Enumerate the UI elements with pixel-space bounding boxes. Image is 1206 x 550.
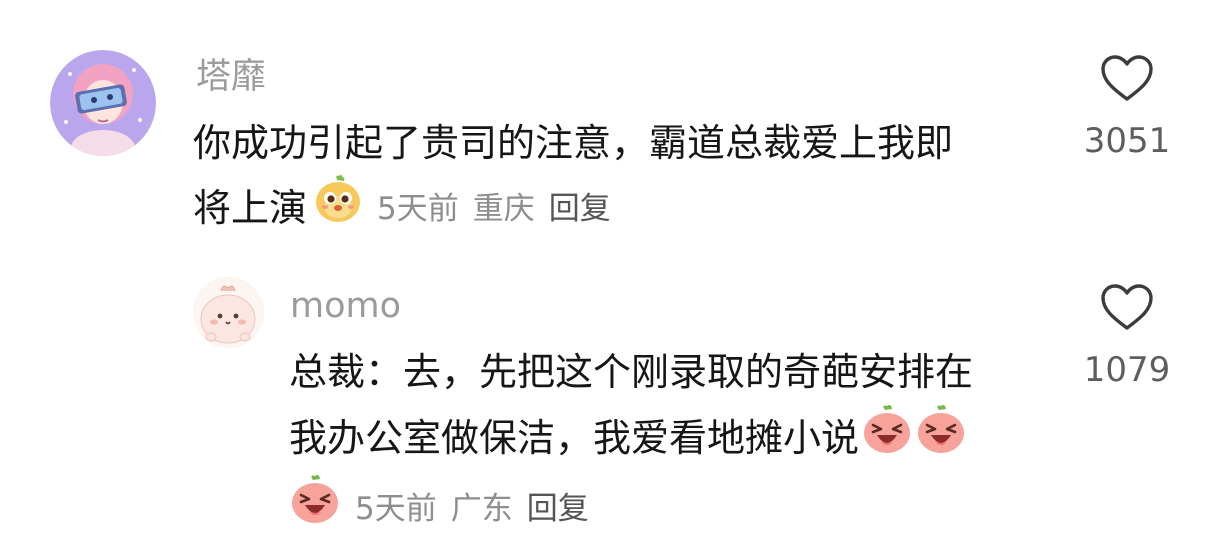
chick-emoji-icon (313, 174, 363, 242)
comment-time: 5天前 (355, 490, 437, 527)
comment-meta: 5天前 重庆 回复 (377, 190, 611, 227)
like-count: 3051 (1083, 121, 1171, 161)
laughing-peach-emoji-icon (289, 473, 341, 543)
comment-location: 重庆 (472, 190, 535, 227)
comment-location: 广东 (450, 490, 513, 527)
heart-icon[interactable] (1100, 54, 1154, 102)
comment-text-line: 5天前 广东 回复 (289, 473, 973, 543)
comment-text: 总裁：去，先把这个刚录取的奇葩安排在 我办公室做保洁，我爱看地摊小说 5天前 广… (289, 341, 973, 543)
comment-meta: 5天前 广东 回复 (355, 490, 589, 527)
heart-icon[interactable] (1100, 283, 1154, 331)
comment-username[interactable]: momo (290, 289, 401, 324)
comment-text: 你成功引起了贵司的注意，霸道总裁爱上我即 将上演 5天前 重庆 回复 (193, 112, 953, 242)
avatar-momo[interactable] (193, 277, 264, 348)
like-count: 1079 (1083, 350, 1171, 390)
reply-button[interactable]: 回复 (527, 493, 589, 525)
laughing-peach-emoji-icon (861, 403, 913, 473)
laughing-peach-emoji-icon (915, 403, 967, 473)
comment-text-segment: 我办公室做保洁，我爱看地摊小说 (289, 416, 860, 460)
like-group: 1079 (1072, 283, 1182, 387)
comment-text-line: 你成功引起了贵司的注意，霸道总裁爱上我即 (193, 121, 954, 165)
comment-username[interactable]: 塔靡 (196, 60, 266, 95)
comment-time: 5天前 (377, 190, 459, 227)
comment-text-line: 总裁：去，先把这个刚录取的奇葩安排在 (289, 350, 974, 394)
like-group: 3051 (1072, 54, 1182, 158)
comment-text-line: 将上演 5天前 重庆 回复 (193, 174, 953, 242)
comment-text-segment: 将上演 (193, 186, 308, 230)
reply-button[interactable]: 回复 (549, 193, 611, 225)
avatar-tamo[interactable] (50, 50, 156, 156)
comment-text-line: 我办公室做保洁，我爱看地摊小说 (289, 403, 973, 473)
